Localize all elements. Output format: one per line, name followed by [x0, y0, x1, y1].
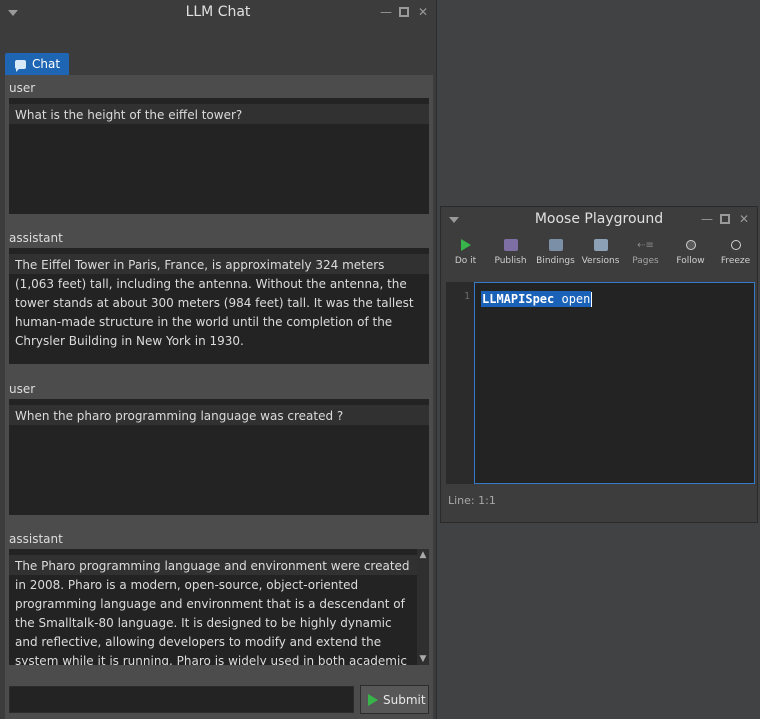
selected-code: LLMAPISpec open	[481, 291, 592, 307]
code-editor[interactable]: 1 LLMAPISpec open	[446, 282, 755, 484]
message-box[interactable]: The Pharo programming language and envir…	[9, 549, 429, 665]
follow-button[interactable]: Follow	[668, 237, 713, 266]
message-box[interactable]: When the pharo programming language was …	[9, 399, 429, 515]
message-box[interactable]: What is the height of the eiffel tower?	[9, 98, 429, 214]
message-role: user	[9, 382, 36, 396]
message-box[interactable]: The Eiffel Tower in Paris, France, is ap…	[9, 248, 429, 364]
submit-label: Submit	[383, 692, 426, 707]
chat-input[interactable]	[9, 686, 354, 713]
versions-button[interactable]: Versions	[578, 237, 623, 266]
message-role: assistant	[9, 231, 63, 245]
freeze-button[interactable]: Freeze	[713, 237, 758, 266]
chat-panel: user What is the height of the eiffel to…	[5, 75, 433, 719]
chat-bubble-icon	[15, 59, 26, 72]
freeze-icon	[730, 240, 741, 250]
chat-titlebar[interactable]: LLM Chat — ✕	[0, 0, 436, 26]
maximize-icon[interactable]	[720, 212, 730, 226]
line-status: Line: 1:1	[448, 494, 496, 507]
line-number-gutter: 1	[446, 282, 474, 484]
message-text: The Eiffel Tower in Paris, France, is ap…	[15, 258, 414, 348]
scroll-up-icon[interactable]: ▲	[419, 551, 427, 560]
pages-button[interactable]: ⇠≡ Pages	[623, 237, 668, 267]
code-area[interactable]: LLMAPISpec open	[474, 282, 755, 484]
message-text: When the pharo programming language was …	[15, 409, 344, 423]
message-role: user	[9, 81, 36, 95]
play-icon	[368, 693, 378, 706]
close-icon[interactable]: ✕	[739, 212, 749, 226]
maximize-icon[interactable]	[399, 5, 409, 19]
code-class: LLMAPISpec	[482, 292, 555, 306]
bindings-button[interactable]: Bindings	[533, 237, 578, 266]
playground-titlebar[interactable]: Moose Playground — ✕	[441, 207, 757, 231]
llm-chat-window: LLM Chat — ✕ Chat user What is the heigh…	[0, 0, 437, 719]
tab-chat[interactable]: Chat	[5, 53, 69, 75]
minimize-icon[interactable]: —	[380, 5, 392, 19]
minimize-icon[interactable]: —	[701, 212, 713, 226]
follow-icon	[685, 240, 696, 250]
do-it-button[interactable]: Do it	[443, 237, 488, 266]
pages-icon: ⇠≡	[637, 239, 654, 251]
message-text: What is the height of the eiffel tower?	[15, 108, 243, 122]
moose-playground-window: Moose Playground — ✕ Do it Publish Bindi…	[440, 206, 758, 523]
message-role: assistant	[9, 532, 63, 546]
scroll-down-icon[interactable]: ▼	[419, 655, 427, 664]
submit-button[interactable]: Submit	[360, 685, 429, 714]
publish-icon	[503, 239, 518, 251]
bindings-icon	[548, 239, 563, 251]
play-icon	[460, 239, 471, 251]
publish-button[interactable]: Publish	[488, 237, 533, 266]
close-icon[interactable]: ✕	[418, 5, 428, 19]
versions-icon	[593, 239, 608, 251]
code-message: open	[554, 292, 591, 306]
window-title: LLM Chat	[185, 4, 251, 20]
tab-label: Chat	[32, 57, 61, 71]
scrollbar[interactable]: ▲ ▼	[417, 549, 429, 665]
playground-toolbar: Do it Publish Bindings Versions ⇠≡ Pages…	[441, 237, 757, 273]
text-caret	[591, 292, 593, 307]
message-text: The Pharo programming language and envir…	[15, 559, 410, 665]
